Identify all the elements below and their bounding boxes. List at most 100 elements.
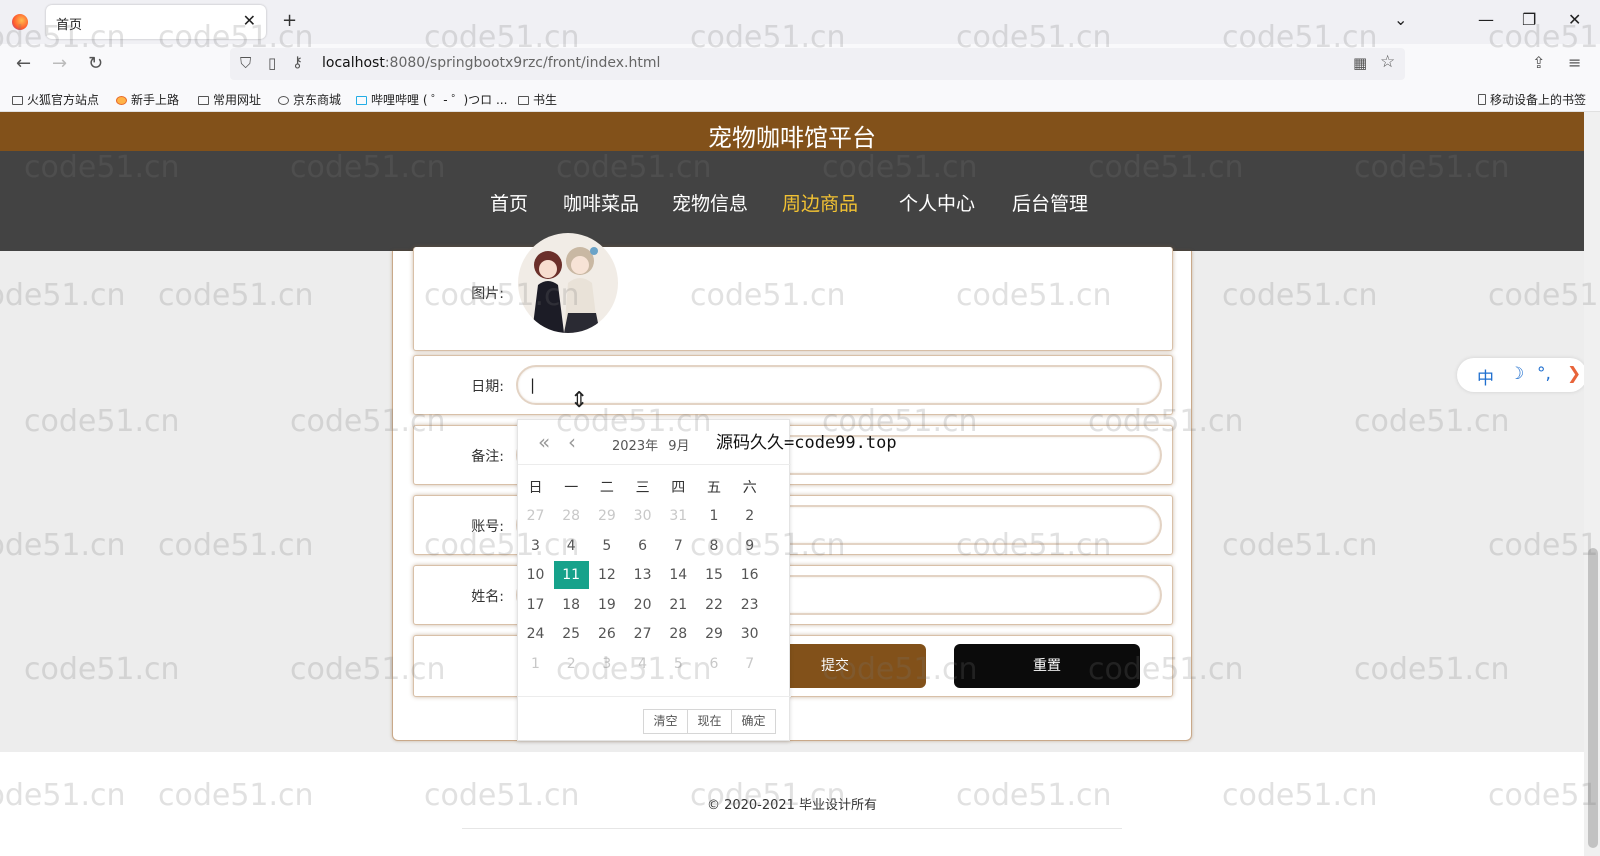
calendar-day[interactable]: 3 [518, 532, 553, 560]
nav-pets[interactable]: 宠物信息 [672, 189, 748, 216]
calendar-day[interactable]: 22 [697, 591, 732, 619]
browser-nav-bar: ← → ↻ ⛉ ▯ ⚷ localhost:8080/springbootx9r… [0, 44, 1600, 84]
browser-tab[interactable]: 首页 ✕ [46, 5, 266, 39]
calendar-day-selected[interactable]: 11 [553, 561, 589, 589]
shield-icon[interactable]: ⛉ [240, 54, 251, 72]
key-icon[interactable]: ⚷ [292, 53, 303, 71]
qr-code-icon[interactable]: ▦ [1353, 54, 1367, 72]
bookmark-shusheng[interactable]: 书生 [518, 91, 557, 108]
calendar-day[interactable]: 14 [661, 561, 696, 589]
calendar-day[interactable]: 26 [589, 620, 624, 648]
confirm-button[interactable]: 确定 [731, 709, 776, 734]
calendar-day-other-month[interactable]: 7 [732, 650, 767, 678]
calendar-day[interactable]: 21 [661, 591, 696, 619]
calendar-day[interactable]: 29 [697, 620, 732, 648]
extensions-icon[interactable]: ⇪ [1532, 53, 1545, 72]
window-close-icon[interactable]: ✕ [1568, 10, 1581, 29]
forward-icon[interactable]: → [52, 53, 67, 74]
calendar-day-other-month[interactable]: 5 [661, 650, 696, 678]
calendar-day-other-month[interactable]: 6 [697, 650, 732, 678]
mobile-bookmarks[interactable]: 移动设备上的书签 [1478, 91, 1586, 108]
calendar-day[interactable]: 16 [732, 561, 767, 589]
watermark-text: code51.cn [1222, 278, 1378, 313]
calendar-day[interactable]: 24 [518, 620, 553, 648]
calendar-day[interactable]: 5 [589, 532, 624, 560]
resize-cursor-icon: ⇕ [570, 388, 589, 413]
bookmark-star-icon[interactable]: ☆ [1380, 52, 1395, 72]
bookmark-getting-started[interactable]: 新手上路 [116, 91, 179, 108]
date-input[interactable]: | [516, 365, 1162, 405]
calendar-day-other-month[interactable]: 2 [554, 650, 589, 678]
url-text[interactable]: localhost:8080/springbootx9rzc/front/ind… [322, 55, 660, 71]
minimize-icon[interactable]: — [1478, 10, 1494, 29]
calendar-day[interactable]: 8 [697, 532, 732, 560]
calendar-day[interactable]: 2 [732, 502, 767, 530]
nav-home[interactable]: 首页 [490, 189, 528, 216]
calendar-day-other-month[interactable]: 28 [554, 502, 589, 530]
scrollbar-thumb[interactable] [1588, 548, 1598, 848]
ime-arrow-icon[interactable]: ❯ [1567, 364, 1581, 384]
calendar-day[interactable]: 25 [554, 620, 589, 648]
calendar-day[interactable]: 27 [625, 620, 660, 648]
calendar-day[interactable]: 1 [697, 502, 732, 530]
calendar-day[interactable]: 13 [625, 561, 660, 589]
calendar-day[interactable]: 7 [661, 532, 696, 560]
calendar-day[interactable]: 19 [589, 591, 624, 619]
weekday-header: 四 [671, 480, 686, 496]
now-button[interactable]: 现在 [687, 709, 732, 734]
nav-coffee[interactable]: 咖啡菜品 [563, 189, 639, 216]
calendar-day[interactable]: 6 [625, 532, 660, 560]
nav-merchandise[interactable]: 周边商品 [782, 189, 858, 216]
calendar-day[interactable]: 9 [732, 532, 767, 560]
weekday-header: 三 [635, 480, 650, 496]
calendar-day-other-month[interactable]: 29 [589, 502, 624, 530]
menu-icon[interactable]: ≡ [1568, 53, 1581, 72]
restore-icon[interactable]: ❐ [1522, 10, 1536, 29]
calendar-day-other-month[interactable]: 4 [625, 650, 660, 678]
product-image[interactable] [518, 233, 618, 333]
calendar-day-other-month[interactable]: 31 [661, 502, 696, 530]
bookmark-firefox[interactable]: 火狐官方站点 [12, 91, 99, 108]
calendar-day-other-month[interactable]: 3 [589, 650, 624, 678]
ime-punct-icon[interactable]: °, [1537, 364, 1551, 384]
ime-toolbar[interactable]: 中 ☽ °, ❯ [1457, 358, 1587, 392]
folder-icon [518, 96, 529, 105]
calendar-day-other-month[interactable]: 27 [518, 502, 553, 530]
address-bar[interactable]: ⛉ ▯ ⚷ localhost:8080/springbootx9rzc/fro… [230, 48, 1405, 80]
calendar-day[interactable]: 23 [732, 591, 767, 619]
calendar-day[interactable]: 17 [518, 591, 553, 619]
calendar-day[interactable]: 4 [554, 532, 589, 560]
calendar-day[interactable]: 18 [554, 591, 589, 619]
calendar-day[interactable]: 10 [518, 561, 553, 589]
ime-moon-icon[interactable]: ☽ [1509, 364, 1524, 384]
nav-admin[interactable]: 后台管理 [1012, 189, 1088, 216]
page-icon[interactable]: ▯ [268, 54, 276, 72]
weekday-header: 一 [564, 480, 579, 496]
year-month: 2023年 9月 [612, 435, 690, 454]
year-label[interactable]: 2023年 [612, 439, 658, 454]
reload-icon[interactable]: ↻ [88, 53, 103, 74]
calendar-day[interactable]: 30 [732, 620, 767, 648]
list-tabs-icon[interactable]: ⌄ [1394, 10, 1407, 29]
prev-year-icon[interactable]: « [538, 430, 550, 454]
bookmark-bilibili[interactable]: 哔哩哔哩 ( ゜- ゜)つロ ... [356, 91, 507, 108]
nav-profile[interactable]: 个人中心 [899, 189, 975, 216]
calendar-day[interactable]: 28 [661, 620, 696, 648]
bookmark-jd[interactable]: 京东商城 [278, 91, 341, 108]
calendar-day[interactable]: 20 [625, 591, 660, 619]
reset-button[interactable]: 重置 [954, 644, 1140, 688]
bookmark-common[interactable]: 常用网址 [198, 91, 261, 108]
tab-close-icon[interactable]: ✕ [243, 11, 256, 30]
back-icon[interactable]: ← [16, 53, 31, 74]
globe-icon [278, 96, 289, 105]
calendar-day-other-month[interactable]: 1 [518, 650, 553, 678]
calendar-day-other-month[interactable]: 30 [625, 502, 660, 530]
calendar-day[interactable]: 15 [697, 561, 732, 589]
prev-month-icon[interactable]: ‹ [568, 430, 576, 454]
clear-button[interactable]: 清空 [643, 709, 688, 734]
new-tab-button[interactable]: + [282, 10, 297, 31]
calendar-day[interactable]: 12 [589, 561, 624, 589]
picture-label: 图片: [471, 286, 504, 302]
ime-lang-icon[interactable]: 中 [1477, 364, 1494, 389]
month-label[interactable]: 9月 [668, 439, 689, 454]
